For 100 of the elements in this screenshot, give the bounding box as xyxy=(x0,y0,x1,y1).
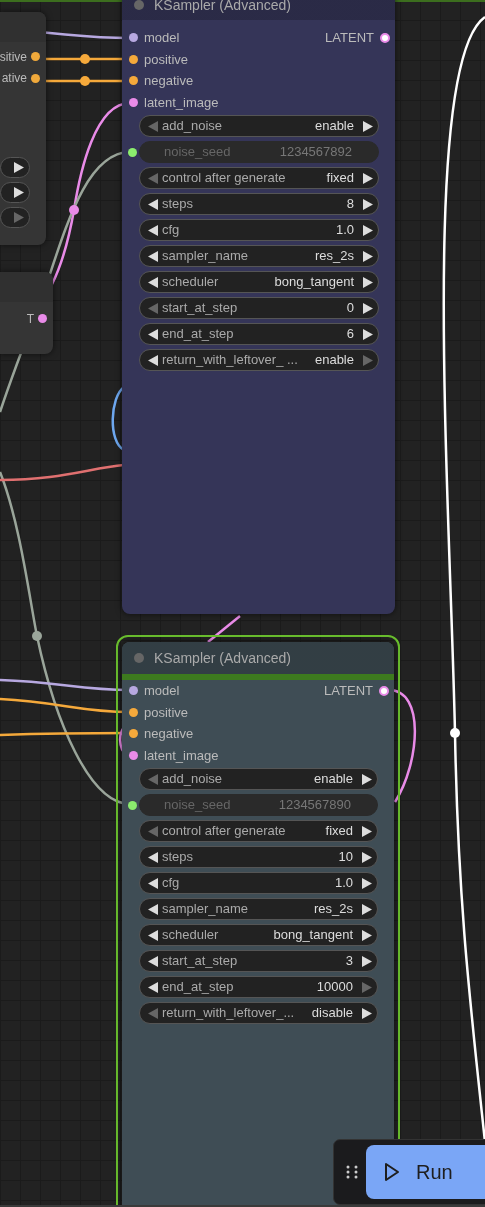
input-slot-dot[interactable] xyxy=(129,54,138,64)
input-slot-dot[interactable] xyxy=(128,801,137,810)
left-arrow-icon[interactable] xyxy=(146,354,160,366)
right-arrow-icon[interactable] xyxy=(360,198,374,210)
right-arrow-icon[interactable] xyxy=(359,825,373,837)
left-arrow-icon[interactable] xyxy=(146,929,160,941)
reroute-dot[interactable] xyxy=(450,728,460,738)
widget-label: cfg xyxy=(161,221,181,240)
right-arrow-icon[interactable] xyxy=(359,773,373,785)
right-arrow-icon[interactable] xyxy=(360,172,374,184)
right-arrow-icon[interactable] xyxy=(360,276,374,288)
widget-value[interactable]: enable xyxy=(314,350,360,370)
widget-label: start_at_step xyxy=(161,952,239,971)
output-label: LATENT xyxy=(325,29,374,47)
right-arrow-icon[interactable] xyxy=(360,302,374,314)
widget-label: sampler_name xyxy=(161,247,249,266)
input-label: latent_image xyxy=(144,746,219,765)
left-arrow-icon[interactable] xyxy=(146,328,160,340)
widget-value[interactable]: res_2s xyxy=(314,246,360,266)
widget-label: sampler_name xyxy=(161,900,249,919)
widget-value[interactable]: bong_tangent xyxy=(273,925,359,945)
widget-value[interactable]: fixed xyxy=(326,168,360,188)
widget-label: noise_seed xyxy=(163,143,232,162)
widget-label: return_with_leftover_ ... xyxy=(161,351,299,370)
left-arrow-icon[interactable] xyxy=(146,877,160,889)
widget-value[interactable]: 6 xyxy=(346,324,360,344)
widget-label: end_at_step xyxy=(161,978,235,997)
left-arrow-icon[interactable] xyxy=(146,198,160,210)
widget-value: 1234567890 xyxy=(278,796,352,815)
widget-value[interactable]: 10 xyxy=(338,847,359,867)
drag-handle-icon[interactable] xyxy=(346,1164,358,1180)
input-slot-dot[interactable] xyxy=(129,707,138,717)
right-arrow-icon[interactable] xyxy=(359,851,373,863)
output-slot-dot[interactable] xyxy=(379,685,389,696)
right-arrow-icon[interactable] xyxy=(359,929,373,941)
output-label: sitive xyxy=(0,48,27,66)
widget-value[interactable]: fixed xyxy=(325,821,359,841)
right-arrow-icon[interactable] xyxy=(360,328,374,340)
widget-value[interactable]: res_2s xyxy=(313,899,359,919)
output-label: LATENT xyxy=(324,682,373,700)
input-slot-dot[interactable] xyxy=(129,750,138,760)
right-arrow-icon[interactable] xyxy=(359,877,373,889)
collapse-dot-icon[interactable] xyxy=(134,653,144,663)
node-title: KSampler (Advanced) xyxy=(154,648,291,668)
left-arrow-icon[interactable] xyxy=(146,981,160,993)
output-slot-dot[interactable] xyxy=(380,32,390,43)
combo-widget[interactable] xyxy=(0,157,30,178)
input-label: negative xyxy=(144,72,194,90)
input-slot-dot[interactable] xyxy=(129,729,138,739)
right-arrow-icon[interactable] xyxy=(359,1007,373,1019)
output-slot-dot[interactable] xyxy=(31,73,40,83)
node-title: KSampler (Advanced) xyxy=(154,0,291,15)
widget-label: add_noise xyxy=(161,770,223,789)
widget-value[interactable]: 10000 xyxy=(316,977,359,997)
widget-value: 1234567892 xyxy=(279,143,353,162)
input-slot-dot[interactable] xyxy=(129,76,138,86)
widget-label: steps xyxy=(161,195,195,214)
collapse-dot-icon[interactable] xyxy=(134,0,144,10)
widget-value[interactable]: bong_tangent xyxy=(274,272,360,292)
wire xyxy=(207,615,241,643)
input-label: positive xyxy=(144,703,189,722)
right-arrow-icon[interactable] xyxy=(359,955,373,967)
widget-label: steps xyxy=(161,848,195,867)
widget-value[interactable]: enable xyxy=(314,116,360,136)
widget-value[interactable]: 8 xyxy=(346,194,360,214)
input-slot-dot[interactable] xyxy=(128,148,137,157)
reroute-dot[interactable] xyxy=(80,54,90,64)
output-label: T xyxy=(26,310,34,328)
widget-value[interactable]: 1.0 xyxy=(334,873,359,893)
input-label: model xyxy=(144,682,180,700)
reroute-dot[interactable] xyxy=(80,76,90,86)
widget-value[interactable]: 1.0 xyxy=(335,220,360,240)
right-arrow-icon[interactable] xyxy=(11,161,25,174)
right-arrow-icon[interactable] xyxy=(360,120,374,132)
right-arrow-icon[interactable] xyxy=(360,250,374,262)
input-slot-dot[interactable] xyxy=(129,97,138,107)
left-arrow-icon[interactable] xyxy=(146,903,160,915)
combo-widget[interactable] xyxy=(0,182,30,203)
right-arrow-icon[interactable] xyxy=(11,186,25,199)
widget-value[interactable]: disable xyxy=(311,1003,359,1023)
widget-value[interactable]: enable xyxy=(313,769,359,789)
widget-value[interactable]: 3 xyxy=(345,951,359,971)
left-arrow-icon[interactable] xyxy=(146,250,160,262)
input-slot-dot[interactable] xyxy=(129,686,138,696)
left-arrow-icon[interactable] xyxy=(146,851,160,863)
widget-value[interactable]: 0 xyxy=(346,298,360,318)
output-slot-dot[interactable] xyxy=(31,52,40,62)
widget-label: scheduler xyxy=(161,926,220,945)
output-label: ative xyxy=(1,70,27,88)
right-arrow-icon[interactable] xyxy=(360,224,374,236)
reroute-dot[interactable] xyxy=(69,205,79,215)
reroute-dot[interactable] xyxy=(32,631,42,641)
input-slot-dot[interactable] xyxy=(129,33,138,43)
left-arrow-icon[interactable] xyxy=(146,224,160,236)
left-arrow-icon[interactable] xyxy=(146,955,160,967)
output-slot-dot[interactable] xyxy=(38,314,47,324)
left-arrow-icon[interactable] xyxy=(146,276,160,288)
right-arrow-icon[interactable] xyxy=(359,903,373,915)
run-button[interactable]: Run xyxy=(366,1145,485,1199)
widget-label: noise_seed xyxy=(163,796,232,815)
